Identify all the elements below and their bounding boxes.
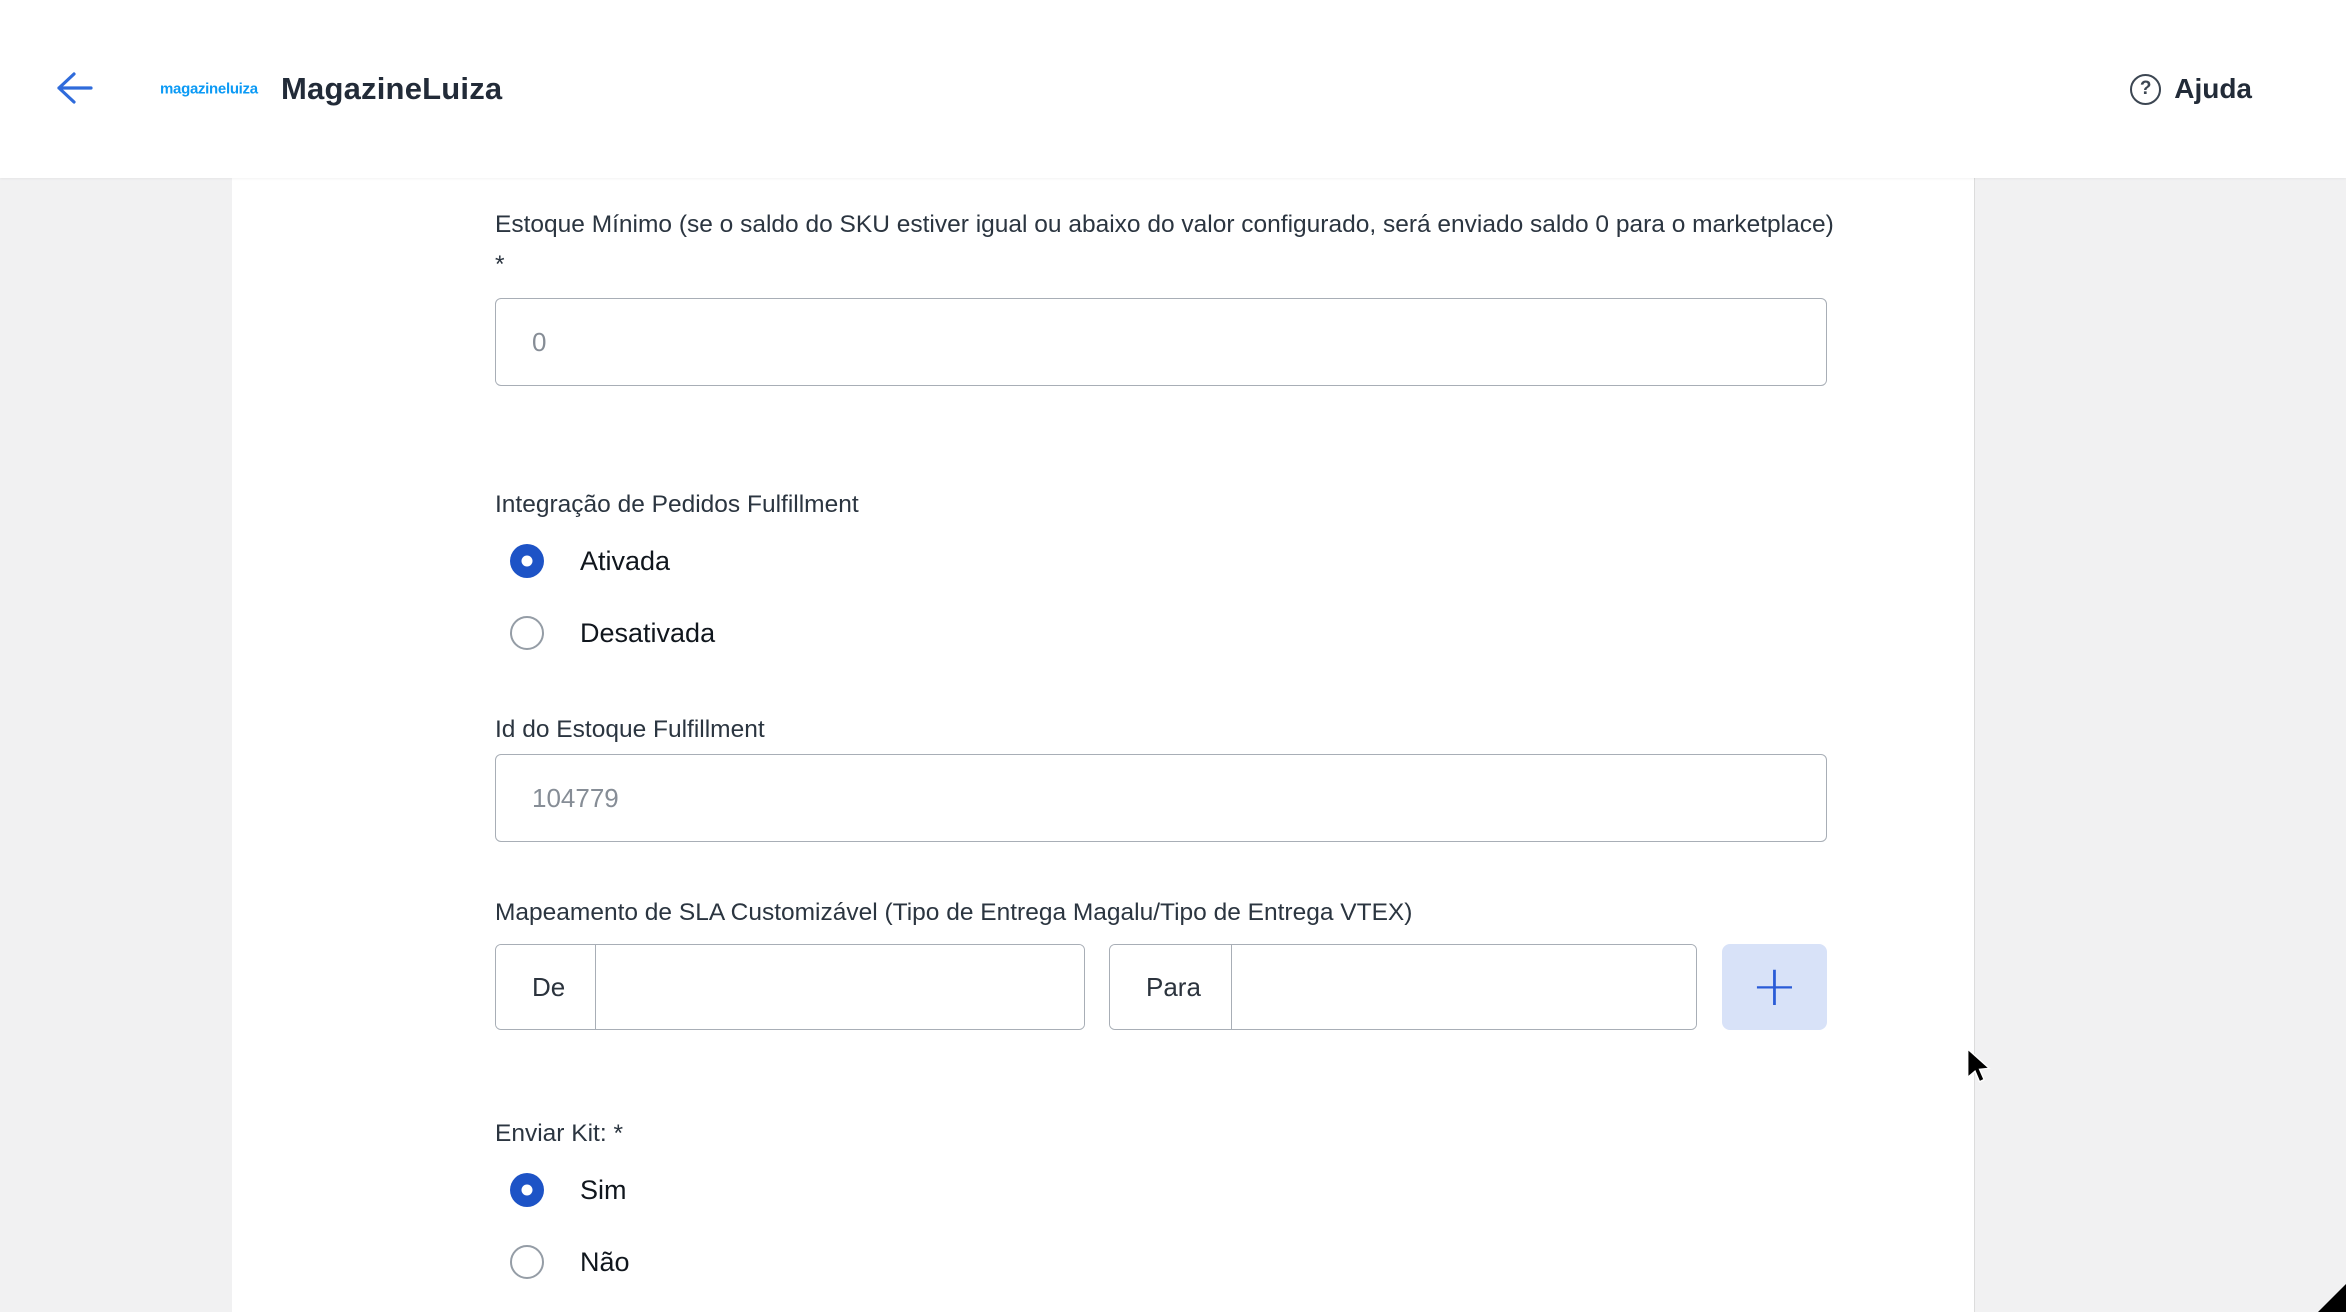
sla-de-prefix-label: De xyxy=(496,945,596,1029)
mouse-cursor xyxy=(1965,1048,1993,1084)
estoque-minimo-label: Estoque Mínimo (se o saldo do SKU estive… xyxy=(495,205,1835,285)
radio-desativada-icon[interactable] xyxy=(510,616,544,650)
top-bar: magazineluiza MagazineLuiza ? Ajuda xyxy=(0,0,2346,178)
question-mark-icon: ? xyxy=(2130,74,2161,105)
sla-para-field: Para xyxy=(1109,944,1697,1030)
integracao-pedidos-label: Integração de Pedidos Fulfillment xyxy=(495,485,1835,525)
help-label: Ajuda xyxy=(2174,73,2252,105)
enviar-kit-label: Enviar Kit: * xyxy=(495,1114,1835,1154)
radio-option-nao[interactable]: Não xyxy=(510,1242,630,1282)
corner-cursor-artifact xyxy=(2318,1284,2346,1312)
content-card: Estoque Mínimo (se o saldo do SKU estive… xyxy=(232,178,1975,1312)
radio-option-sim[interactable]: Sim xyxy=(510,1170,627,1210)
id-estoque-input[interactable] xyxy=(495,754,1827,842)
sla-mapping-label: Mapeamento de SLA Customizável (Tipo de … xyxy=(495,893,1835,933)
radio-nao-label: Não xyxy=(580,1247,630,1278)
sla-de-field: De xyxy=(495,944,1085,1030)
sla-para-prefix-label: Para xyxy=(1110,945,1232,1029)
magazineluiza-logo: magazineluiza xyxy=(160,81,258,98)
id-estoque-label: Id do Estoque Fulfillment xyxy=(495,710,1835,750)
radio-ativada-icon[interactable] xyxy=(510,544,544,578)
radio-desativada-label: Desativada xyxy=(580,618,715,649)
plus-icon: + xyxy=(1751,959,1798,1015)
radio-option-ativada[interactable]: Ativada xyxy=(510,541,670,581)
radio-nao-icon[interactable] xyxy=(510,1245,544,1279)
add-sla-mapping-button[interactable]: + xyxy=(1722,944,1827,1030)
radio-sim-icon[interactable] xyxy=(510,1173,544,1207)
page-title: MagazineLuiza xyxy=(281,71,502,107)
radio-ativada-label: Ativada xyxy=(580,546,670,577)
radio-sim-label: Sim xyxy=(580,1175,627,1206)
sla-de-input[interactable] xyxy=(596,945,1084,1029)
back-arrow-icon xyxy=(47,63,97,113)
sla-mapping-row: De Para + xyxy=(495,944,1827,1030)
estoque-minimo-input[interactable] xyxy=(495,298,1827,386)
help-button[interactable]: ? Ajuda xyxy=(2130,73,2252,105)
sla-para-input[interactable] xyxy=(1232,945,1696,1029)
radio-option-desativada[interactable]: Desativada xyxy=(510,613,715,653)
back-button[interactable] xyxy=(46,63,98,115)
